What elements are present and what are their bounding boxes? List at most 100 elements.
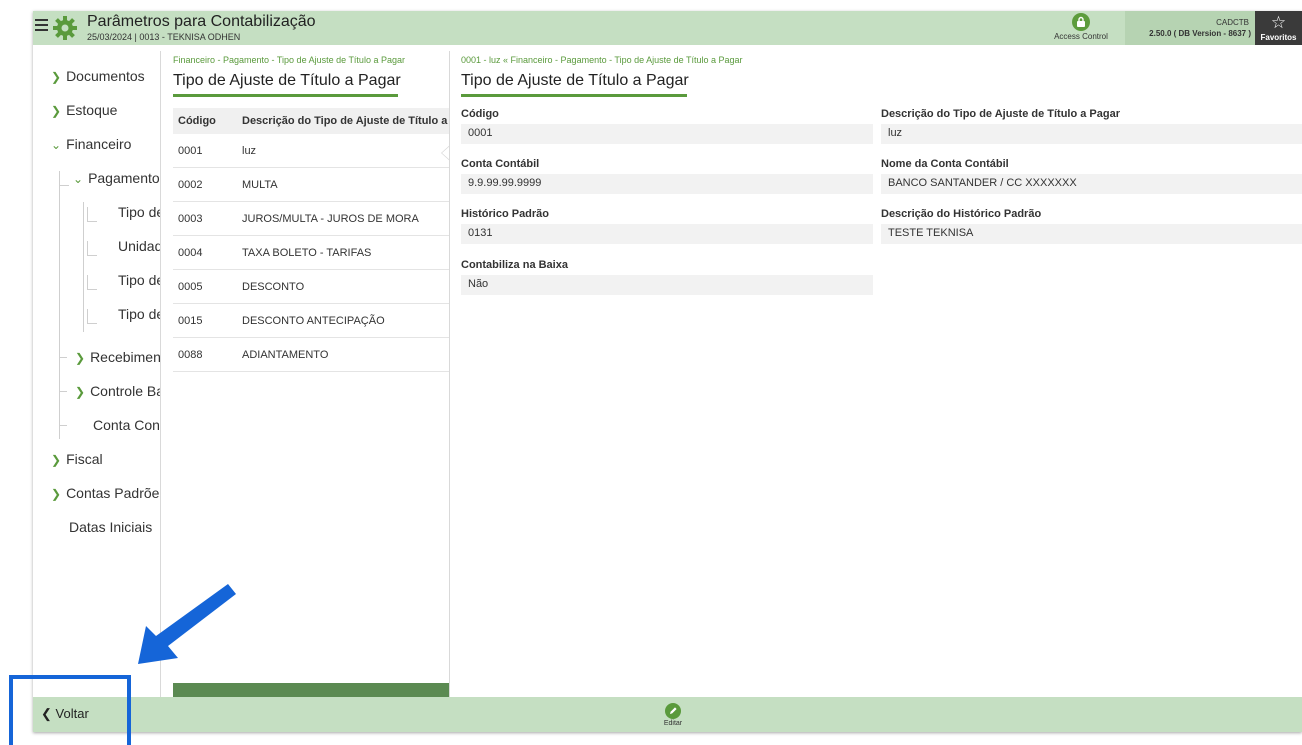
table-row[interactable]: 0001 luz — [173, 134, 451, 168]
table-row[interactable]: 0088 ADIANTAMENTO — [173, 338, 450, 372]
chevron-right-icon: ❯ — [51, 487, 62, 501]
sidebar-item-tipo-2[interactable]: Tipo de — [118, 266, 160, 294]
sidebar-item-controle[interactable]: ❯ Controle Bancário — [75, 377, 160, 405]
table-row[interactable]: 0003 JUROS/MULTA - JUROS DE MORA — [173, 202, 450, 236]
detail-title: Tipo de Ajuste de Título a Pagar — [461, 72, 689, 89]
field-value: BANCO SANTANDER / CC XXXXXXX — [881, 174, 1302, 194]
app-header: Parâmetros para Contabilização 25/03/202… — [33, 11, 1302, 45]
sidebar-item-financeiro[interactable]: ⌄ Financeiro — [51, 130, 160, 158]
field-label: Histórico Padrão — [461, 208, 550, 220]
version-info: CADCTB 2.50.0 ( DB Version - 8637 ) — [1125, 11, 1255, 45]
sidebar-item-unidade[interactable]: Unidade — [118, 232, 160, 260]
tree-connector — [59, 171, 60, 185]
row-code: 0001 — [178, 145, 203, 157]
field-value: 0001 — [461, 124, 873, 144]
sidebar-item-contas-padroes[interactable]: ❯ Contas Padrões — [51, 479, 160, 507]
row-code: 0003 — [178, 213, 203, 225]
sidebar-item-label: Contas Padrões — [66, 485, 160, 501]
breadcrumb[interactable]: 0001 - luz « Financeiro - Pagamento - Ti… — [461, 55, 743, 65]
field-value: 0131 — [461, 224, 873, 244]
sidebar-item-label: Datas Iniciais — [69, 519, 153, 535]
row-code: 0088 — [178, 349, 203, 361]
row-code: 0015 — [178, 315, 203, 327]
chevron-right-icon: ❯ — [75, 385, 86, 399]
module-code: CADCTB — [1216, 18, 1249, 27]
favorites-button[interactable]: ☆ Favoritos — [1255, 11, 1302, 45]
sidebar-item-label: Tipo de — [118, 272, 160, 288]
sidebar-item-pagamento[interactable]: ⌄ Pagamento — [73, 164, 160, 192]
list-footer-bar — [173, 683, 450, 697]
tree-connector — [59, 357, 67, 358]
table-row[interactable]: 0002 MULTA — [173, 168, 450, 202]
sidebar-item-tipo-ajuste[interactable]: Tipo de Ajuste de Título a Pagar — [118, 198, 160, 226]
menu-icon[interactable] — [35, 19, 48, 33]
access-control-label: Access Control — [1054, 32, 1108, 41]
bottom-toolbar: ❮ Voltar Editar — [33, 697, 1302, 732]
sidebar-item-recebimento[interactable]: ❯ Recebimento — [75, 343, 160, 371]
title-underline — [461, 94, 687, 97]
field-label: Código — [461, 108, 499, 120]
lock-icon — [1072, 13, 1090, 31]
field-value: TESTE TEKNISA — [881, 224, 1302, 244]
tree-connector — [87, 323, 97, 324]
sidebar-item-label: Financeiro — [66, 136, 132, 152]
app-subtitle: 25/03/2024 | 0013 - TEKNISA ODHEN — [87, 32, 241, 42]
column-header-descricao[interactable]: Descrição do Tipo de Ajuste de Título a … — [242, 115, 481, 127]
field-nome-conta: Nome da Conta Contábil BANCO SANTANDER /… — [881, 158, 1302, 194]
sidebar-item-datas-iniciais[interactable]: Datas Iniciais — [69, 513, 160, 541]
table-row[interactable]: 0004 TAXA BOLETO - TARIFAS — [173, 236, 450, 270]
pencil-icon — [665, 703, 681, 719]
sidebar-item-label: Pagamento — [88, 170, 160, 186]
field-label: Nome da Conta Contábil — [881, 158, 1009, 170]
list-table: Código Descrição do Tipo de Ajuste de Tí… — [173, 108, 481, 372]
field-desc-historico: Descrição do Histórico Padrão TESTE TEKN… — [881, 208, 1302, 244]
sidebar-item-tipo-3[interactable]: Tipo de — [118, 300, 160, 328]
sidebar-item-estoque[interactable]: ❯ Estoque — [51, 96, 160, 124]
app-title: Parâmetros para Contabilização — [87, 13, 316, 30]
back-button[interactable]: ❮ Voltar — [41, 706, 89, 722]
tree-connector — [87, 289, 97, 290]
tree-connector — [59, 185, 69, 186]
field-label: Descrição do Tipo de Ajuste de Título a … — [881, 108, 1120, 120]
gear-logo-icon — [53, 16, 77, 40]
sidebar-item-documentos[interactable]: ❯ Documentos — [51, 62, 160, 90]
chevron-right-icon: ❯ — [51, 453, 62, 467]
column-header-codigo[interactable]: Código — [178, 115, 216, 127]
field-value: Não — [461, 275, 873, 295]
breadcrumb[interactable]: Financeiro - Pagamento - Tipo de Ajuste … — [173, 55, 448, 65]
field-contabiliza-baixa: Contabiliza na Baixa Não — [461, 259, 873, 295]
row-desc: luz — [242, 145, 257, 157]
version-text: 2.50.0 ( DB Version - 8637 ) — [1149, 29, 1251, 38]
field-descricao: Descrição do Tipo de Ajuste de Título a … — [881, 108, 1302, 144]
access-control-button[interactable]: Access Control — [1051, 13, 1111, 43]
favorites-label: Favoritos — [1260, 33, 1297, 42]
tree-connector — [87, 255, 97, 256]
field-historico: Histórico Padrão 0131 — [461, 208, 873, 244]
chevron-down-icon: ⌄ — [51, 138, 62, 152]
edit-label: Editar — [663, 720, 683, 727]
sidebar-item-label: Conta Contábil — [93, 417, 160, 433]
field-codigo: Código 0001 — [461, 108, 873, 144]
field-value: 9.9.99.99.9999 — [461, 174, 873, 194]
edit-button[interactable]: Editar — [655, 703, 691, 727]
row-code: 0005 — [178, 281, 203, 293]
list-header: Código Descrição do Tipo de Ajuste de Tí… — [173, 108, 481, 134]
row-code: 0004 — [178, 247, 203, 259]
sidebar-item-conta-contabil[interactable]: Conta Contábil — [93, 411, 160, 439]
sidebar-item-fiscal[interactable]: ❯ Fiscal — [51, 445, 160, 473]
chevron-down-icon: ⌄ — [73, 172, 84, 186]
field-label: Conta Contábil — [461, 158, 540, 170]
field-conta-contabil: Conta Contábil 9.9.99.99.9999 — [461, 158, 873, 194]
sidebar-item-label: Recebimento — [90, 349, 160, 365]
sidebar-item-label: Documentos — [66, 68, 145, 84]
row-desc: MULTA — [242, 179, 278, 191]
list-title: Tipo de Ajuste de Título a Pagar — [173, 72, 401, 89]
chevron-right-icon: ❯ — [75, 351, 86, 365]
table-row[interactable]: 0015 DESCONTO ANTECIPAÇÃO — [173, 304, 450, 338]
sidebar-item-label: Controle Bancário — [90, 383, 160, 399]
chevron-right-icon: ❯ — [51, 70, 62, 84]
chevron-left-icon: ❮ — [41, 706, 52, 721]
table-row[interactable]: 0005 DESCONTO — [173, 270, 450, 304]
field-label: Contabiliza na Baixa — [461, 259, 568, 271]
row-desc: JUROS/MULTA - JUROS DE MORA — [242, 213, 419, 225]
